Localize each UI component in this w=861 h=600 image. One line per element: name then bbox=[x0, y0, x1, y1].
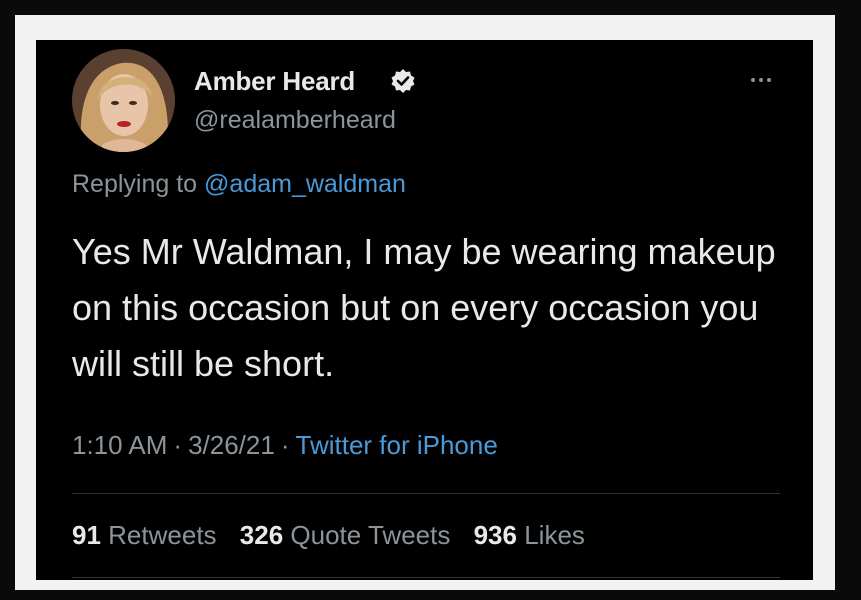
more-dot bbox=[767, 78, 771, 82]
likes-label: Likes bbox=[524, 520, 585, 550]
divider bbox=[72, 577, 780, 578]
divider bbox=[72, 493, 780, 494]
replying-to-label: Replying to bbox=[72, 170, 198, 198]
avatar-image bbox=[72, 49, 175, 152]
verified-badge-icon bbox=[391, 69, 415, 93]
display-name[interactable]: Amber Heard bbox=[194, 66, 355, 97]
more-options-icon[interactable] bbox=[743, 68, 779, 92]
replying-to-line: Replying to @adam_waldman bbox=[72, 170, 406, 199]
retweets-label: Retweets bbox=[108, 520, 217, 550]
tweet-text: Yes Mr Waldman, I may be wearing makeup … bbox=[72, 231, 776, 384]
meta-separator: · bbox=[280, 430, 290, 460]
tweet-source-link[interactable]: Twitter for iPhone bbox=[296, 430, 498, 460]
likes-count: 936 bbox=[473, 520, 517, 550]
avatar[interactable] bbox=[72, 49, 175, 152]
tweet-time[interactable]: 1:10 AM bbox=[72, 430, 167, 460]
tweet-stats: 91 Retweets 326 Quote Tweets 936 Likes bbox=[72, 520, 601, 551]
more-dot bbox=[759, 78, 763, 82]
meta-separator: · bbox=[173, 430, 183, 460]
more-dot bbox=[751, 78, 755, 82]
tweet-card: Amber Heard @realamberheard Replying to … bbox=[36, 40, 813, 580]
tweet-meta: 1:10 AM · 3/26/21 · Twitter for iPhone bbox=[72, 430, 498, 461]
tweet-date[interactable]: 3/26/21 bbox=[188, 430, 275, 460]
quote-tweets-stat[interactable]: 326 Quote Tweets bbox=[240, 520, 451, 550]
likes-stat[interactable]: 936 Likes bbox=[474, 520, 585, 550]
quote-tweets-label: Quote Tweets bbox=[290, 520, 451, 550]
quote-tweets-count: 326 bbox=[239, 520, 284, 550]
retweets-stat[interactable]: 91 Retweets bbox=[72, 520, 217, 550]
retweets-count: 91 bbox=[72, 520, 101, 550]
user-handle[interactable]: @realamberheard bbox=[194, 106, 396, 135]
reply-mention-link[interactable]: @adam_waldman bbox=[204, 170, 406, 198]
